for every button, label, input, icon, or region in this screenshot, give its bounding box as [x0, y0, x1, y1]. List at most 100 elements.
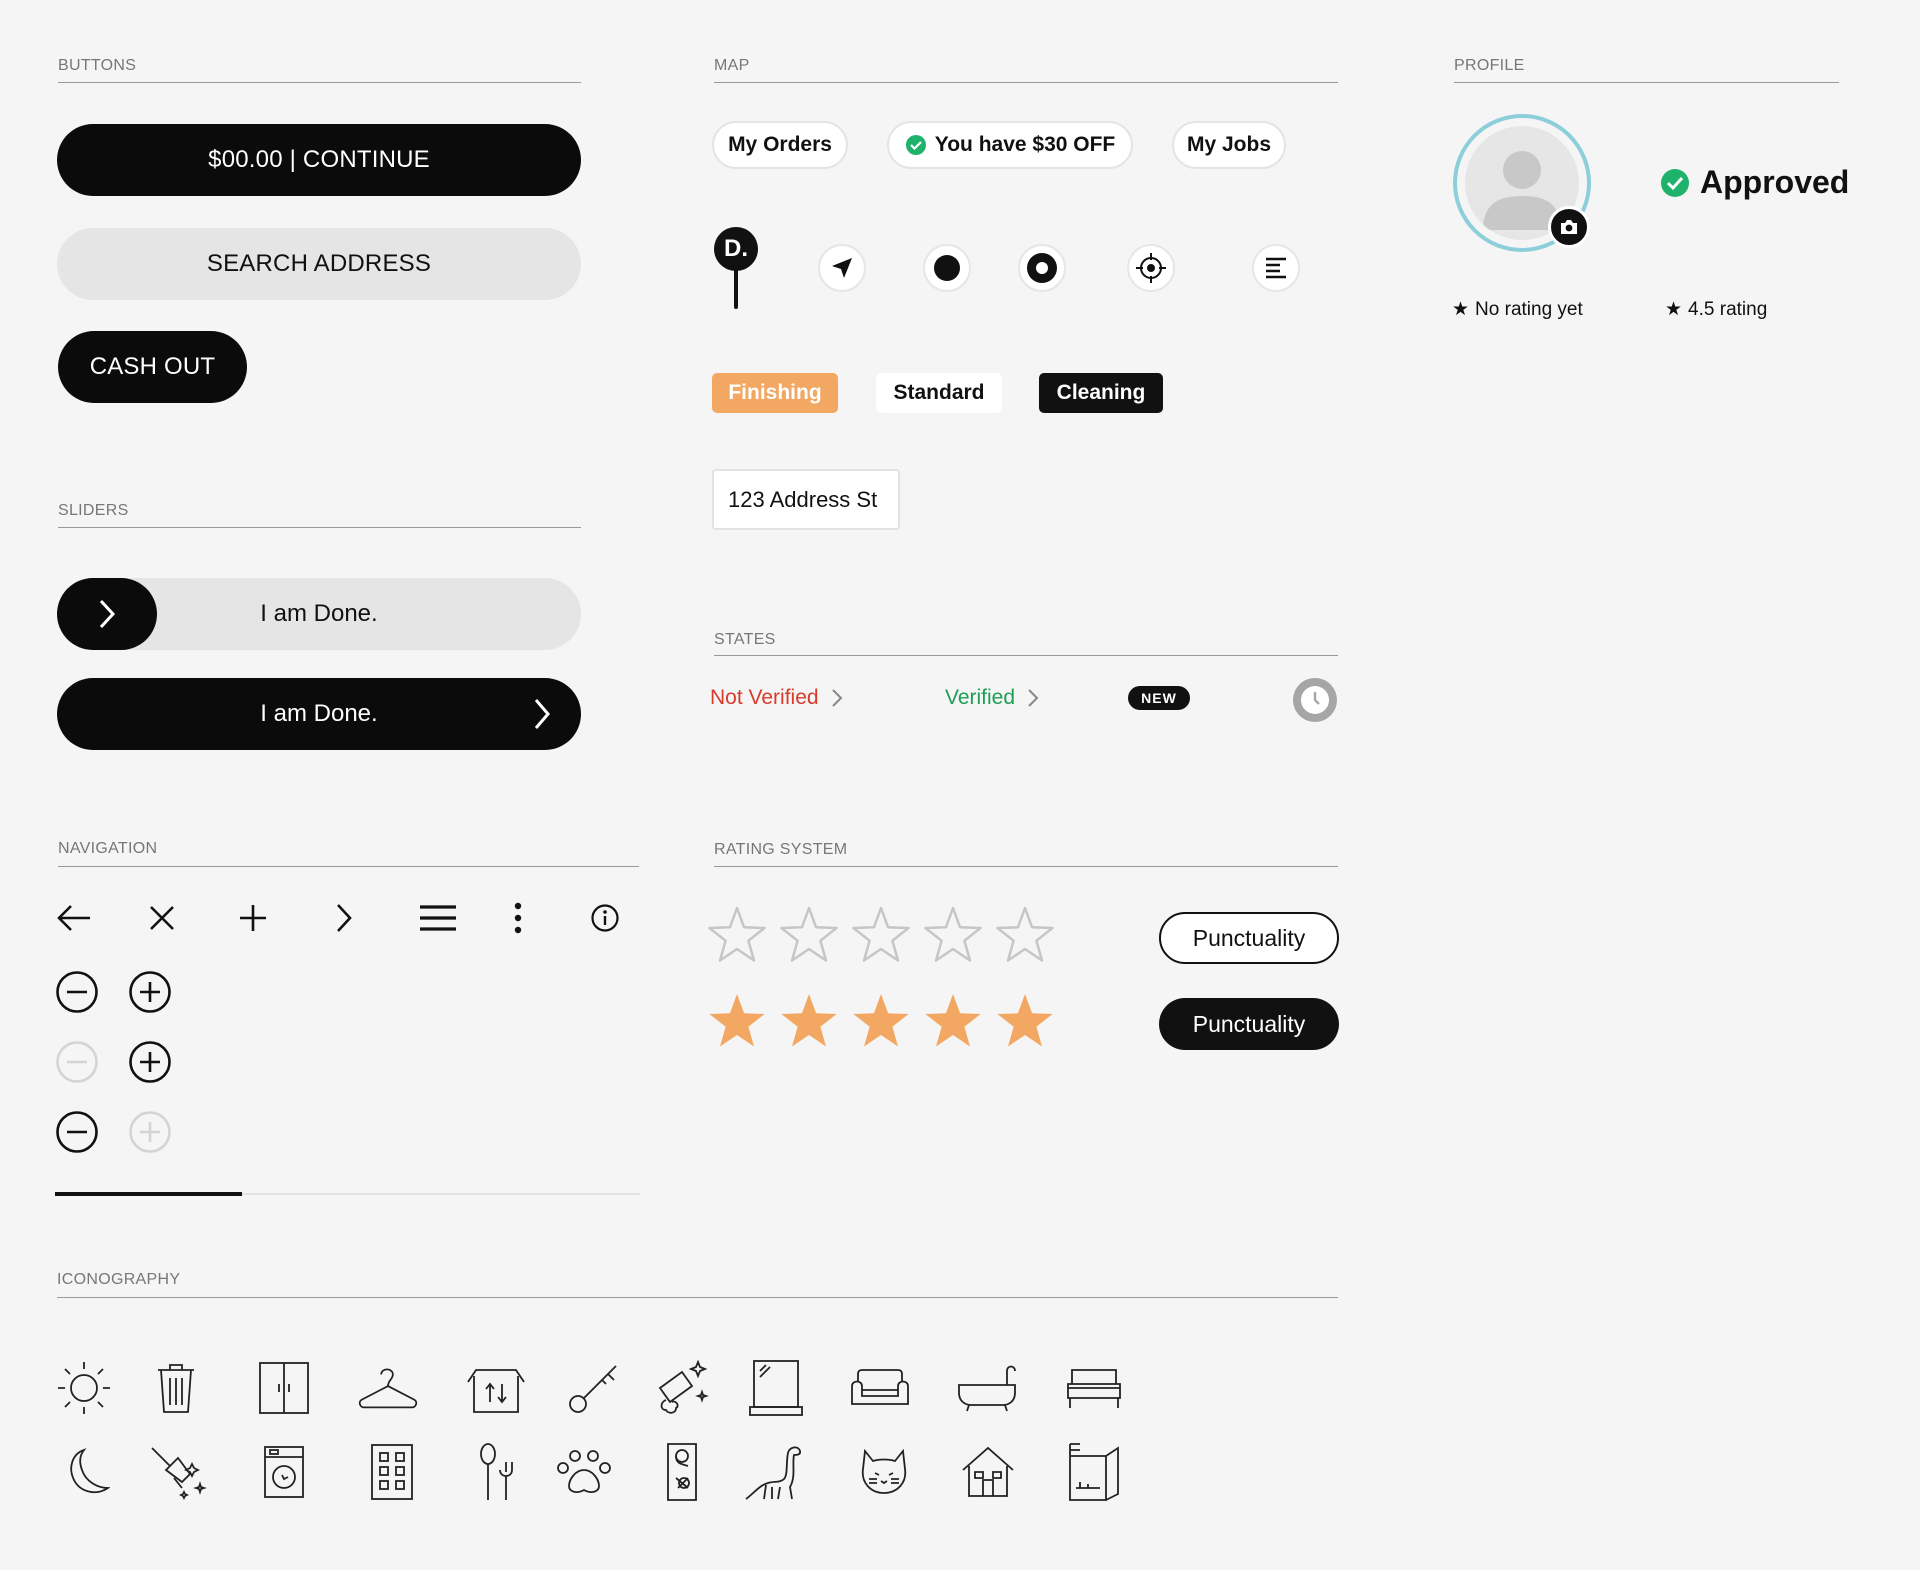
slider-track-light[interactable]: I am Done.: [57, 578, 581, 650]
dinosaur-icon: [744, 1442, 804, 1502]
plus-circle-icon[interactable]: [128, 1040, 172, 1084]
cat-icon: [854, 1442, 914, 1502]
continue-button[interactable]: $00.00 | CONTINUE: [57, 124, 581, 196]
tag-cleaning[interactable]: Cleaning: [1039, 373, 1163, 413]
section-title-states: STATES: [714, 631, 776, 648]
bathtub-icon: [957, 1358, 1017, 1418]
star-filled-icon[interactable]: [994, 990, 1056, 1052]
section-rule: [58, 866, 639, 867]
chip-label: My Jobs: [1186, 133, 1272, 156]
slider-handle[interactable]: [517, 678, 567, 750]
section-rule: [58, 82, 581, 83]
slider-handle[interactable]: [57, 578, 157, 650]
verified-link[interactable]: Verified: [945, 686, 1039, 710]
progress-fill: [55, 1192, 242, 1196]
punctuality-pill-selected[interactable]: Punctuality: [1159, 998, 1339, 1050]
section-title-profile: PROFILE: [1454, 57, 1525, 74]
door-hanger-icon: [652, 1442, 712, 1502]
star-rating-filled[interactable]: [706, 990, 1066, 1052]
star-outline-icon[interactable]: [922, 904, 984, 966]
new-badge: NEW: [1128, 686, 1190, 710]
section-title-buttons: BUTTONS: [58, 57, 137, 74]
star-filled-icon[interactable]: [922, 990, 984, 1052]
search-address-button[interactable]: SEARCH ADDRESS: [57, 228, 581, 300]
hanger-icon: [358, 1358, 418, 1418]
window-icon: [746, 1358, 806, 1418]
section-rule: [714, 866, 1338, 867]
tag-finishing[interactable]: Finishing: [712, 373, 838, 413]
change-photo-button[interactable]: [1548, 206, 1590, 248]
star-icon: ★: [1452, 299, 1470, 320]
star-filled-icon[interactable]: [850, 990, 912, 1052]
back-arrow-icon[interactable]: [54, 900, 94, 936]
close-icon[interactable]: [144, 900, 180, 936]
section-title-rating-system: RATING SYSTEM: [714, 841, 848, 858]
marker-dot[interactable]: [923, 244, 971, 292]
rating-label: ★ 4.5 rating: [1665, 298, 1767, 321]
moving-box-icon: [466, 1358, 526, 1418]
section-rule: [58, 527, 581, 528]
rating-text: 4.5 rating: [1688, 298, 1768, 320]
broom-sparkle-icon: [148, 1442, 208, 1502]
plus-circle-icon[interactable]: [128, 970, 172, 1014]
sun-icon: [54, 1358, 114, 1418]
sofa-icon: [850, 1358, 910, 1418]
chip-label: You have $30 OFF: [934, 133, 1116, 156]
list-view-button[interactable]: [1252, 244, 1300, 292]
check-circle-icon: [905, 135, 926, 155]
section-rule: [1454, 82, 1839, 83]
approved-status: Approved: [1660, 164, 1849, 201]
hamburger-menu-icon[interactable]: [418, 900, 458, 936]
plus-circle-disabled-icon: [128, 1110, 172, 1154]
info-icon[interactable]: [587, 900, 623, 936]
chevron-right-icon: [99, 599, 116, 629]
state-label: Verified: [945, 686, 1016, 709]
minus-circle-icon[interactable]: [55, 970, 99, 1014]
slider-label: I am Done.: [260, 600, 378, 627]
star-rating-empty[interactable]: [706, 904, 1066, 966]
pin-letter: D.: [724, 235, 748, 262]
approved-label: Approved: [1700, 164, 1850, 200]
star-icon: ★: [1665, 299, 1683, 320]
chevron-right-icon[interactable]: [326, 900, 362, 936]
my-jobs-chip[interactable]: My Jobs: [1172, 121, 1286, 169]
star-outline-icon[interactable]: [850, 904, 912, 966]
locate-me-button[interactable]: [1127, 244, 1175, 292]
punctuality-pill-unselected[interactable]: Punctuality: [1159, 912, 1339, 964]
minus-circle-icon[interactable]: [55, 1110, 99, 1154]
washing-machine-icon: [254, 1442, 314, 1502]
cash-out-button[interactable]: CASH OUT: [58, 331, 247, 403]
chevron-right-icon: [534, 699, 550, 729]
map-pin[interactable]: D.: [712, 225, 760, 311]
navigate-button[interactable]: [818, 244, 866, 292]
slider-label: I am Done.: [260, 700, 378, 727]
star-outline-icon[interactable]: [706, 904, 768, 966]
not-verified-link[interactable]: Not Verified: [710, 686, 843, 710]
section-title-navigation: NAVIGATION: [58, 840, 158, 857]
key-icon: [564, 1358, 624, 1418]
crosshair-icon: [1136, 253, 1166, 283]
star-outline-icon[interactable]: [778, 904, 840, 966]
my-orders-chip[interactable]: My Orders: [712, 121, 848, 169]
paw-icon: [554, 1442, 614, 1502]
slider-track-dark[interactable]: I am Done.: [57, 678, 581, 750]
ring-dot-icon: [1027, 253, 1057, 283]
star-filled-icon[interactable]: [706, 990, 768, 1052]
no-rating-text: No rating yet: [1475, 298, 1583, 320]
section-rule: [57, 1297, 1338, 1298]
section-rule: [714, 655, 1338, 656]
marker-ring[interactable]: [1018, 244, 1066, 292]
star-filled-icon[interactable]: [778, 990, 840, 1052]
plus-icon[interactable]: [235, 900, 271, 936]
bed-icon: [1064, 1358, 1124, 1418]
section-title-sliders: SLIDERS: [58, 502, 129, 519]
utensils-icon: [468, 1442, 528, 1502]
discount-chip[interactable]: You have $30 OFF: [887, 121, 1133, 169]
pending-clock-icon: [1292, 677, 1338, 723]
address-field[interactable]: 123 Address St: [712, 469, 900, 530]
no-rating-label: ★ No rating yet: [1452, 298, 1583, 321]
more-vertical-icon[interactable]: [508, 900, 528, 936]
tag-standard[interactable]: Standard: [876, 373, 1002, 413]
camera-icon: [1561, 220, 1577, 234]
star-outline-icon[interactable]: [994, 904, 1056, 966]
